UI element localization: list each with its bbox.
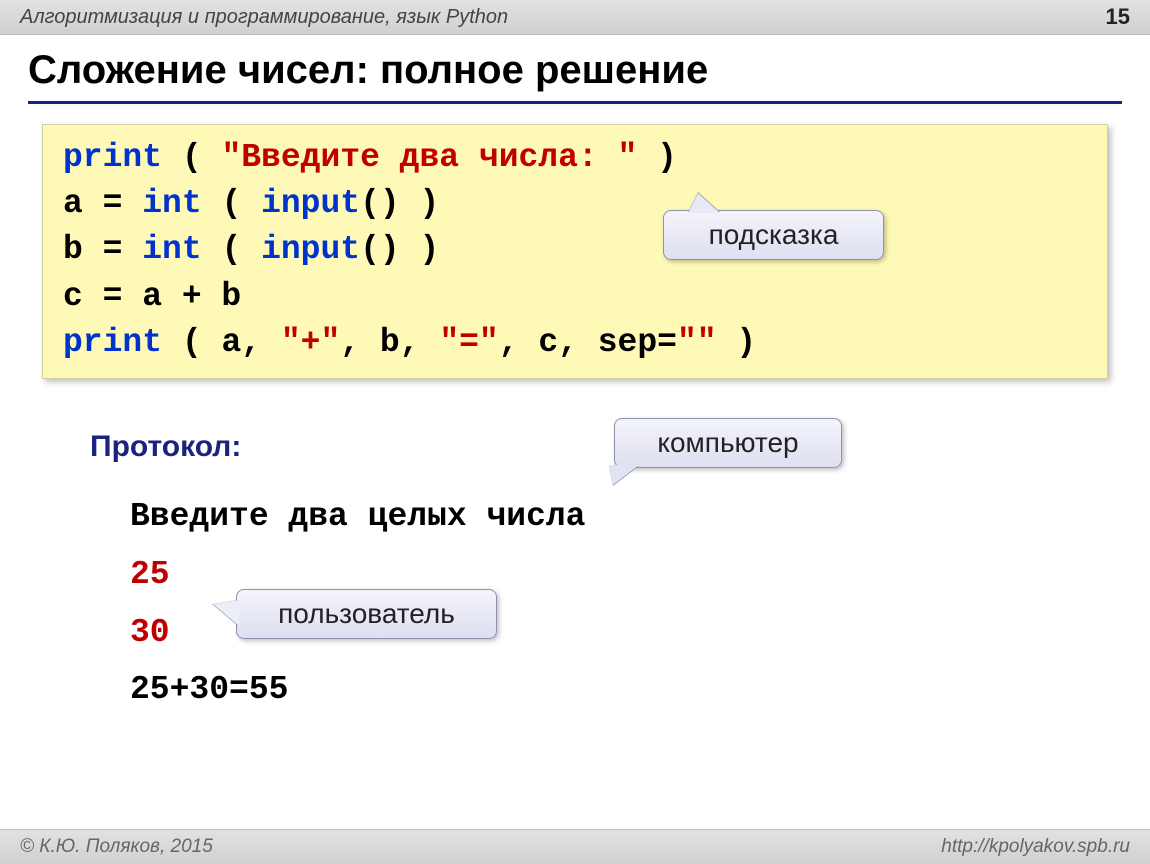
callout-user-label: пользователь — [278, 598, 455, 629]
code-block: print ( "Введите два числа: " ) a = int … — [42, 124, 1108, 379]
protocol-result: 25+30=55 — [130, 661, 585, 719]
page-number: 15 — [1106, 4, 1130, 30]
code-line-5: print ( a, "+", b, "=", c, sep="" ) — [63, 320, 1087, 366]
callout-hint: подсказка — [663, 210, 884, 260]
callout-tail-icon — [609, 465, 639, 485]
protocol-label: Протокол: — [90, 430, 241, 464]
callout-tail-icon — [213, 600, 239, 626]
header-topic: Алгоритмизация и программирование, язык … — [20, 6, 508, 29]
callout-computer-label: компьютер — [657, 427, 798, 458]
callout-tail-icon — [688, 193, 720, 213]
keyword-input: input — [261, 231, 360, 268]
protocol-prompt: Введите два целых числа — [130, 488, 585, 546]
keyword-input: input — [261, 185, 360, 222]
callout-hint-label: подсказка — [709, 219, 839, 250]
code-line-3: b = int ( input() ) — [63, 227, 1087, 273]
string-literal: "Введите два числа: " — [221, 139, 637, 176]
keyword-int: int — [142, 231, 201, 268]
footer-bar: © К.Ю. Поляков, 2015 http://kpolyakov.sp… — [0, 829, 1150, 864]
code-line-1: print ( "Введите два числа: " ) — [63, 135, 1087, 181]
header-bar: Алгоритмизация и программирование, язык … — [0, 0, 1150, 35]
keyword-print: print — [63, 139, 162, 176]
page-title: Сложение чисел: полное решение — [28, 48, 1122, 104]
keyword-print: print — [63, 324, 162, 361]
callout-computer: компьютер — [614, 418, 842, 468]
footer-author: © К.Ю. Поляков, 2015 — [20, 836, 213, 858]
footer-url: http://kpolyakov.spb.ru — [941, 836, 1130, 858]
callout-user: пользователь — [236, 589, 497, 639]
code-line-4: c = a + b — [63, 274, 1087, 320]
code-line-2: a = int ( input() ) — [63, 181, 1087, 227]
keyword-int: int — [142, 185, 201, 222]
slide: Алгоритмизация и программирование, язык … — [0, 0, 1150, 864]
